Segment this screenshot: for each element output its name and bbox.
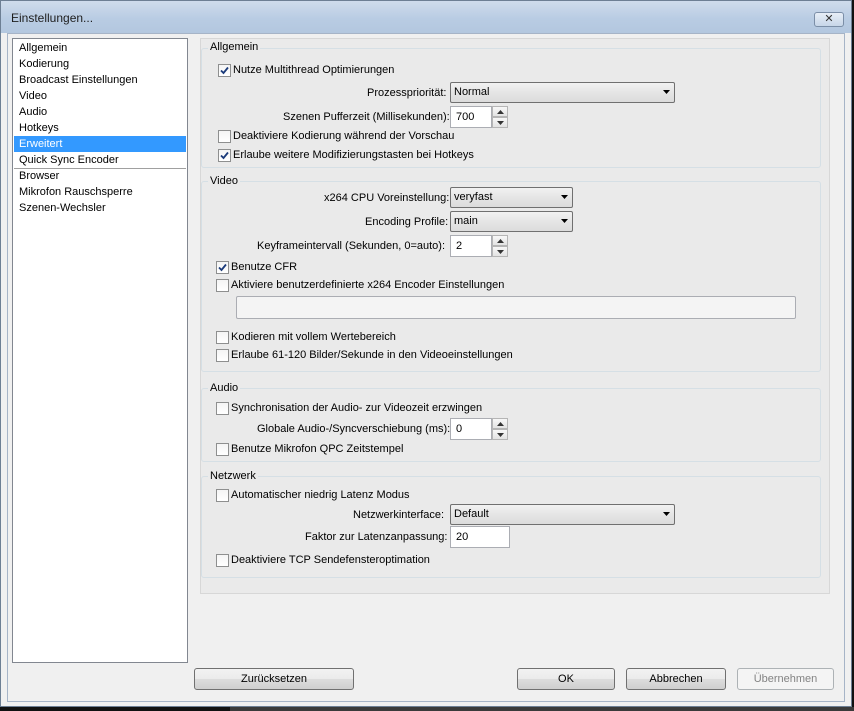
sidebar-item-quicksync[interactable]: Quick Sync Encoder (14, 152, 186, 168)
priority-value: Normal (454, 86, 490, 98)
network-interface-label: Netzwerkinterface: (353, 509, 445, 521)
spin-down-button[interactable] (492, 429, 508, 440)
cfr-checkbox[interactable] (216, 261, 229, 274)
low-latency-label: Automatischer niedrig Latenz Modus (231, 489, 410, 501)
preset-label: x264 CPU Voreinstellung: (324, 192, 450, 204)
audio-sync-label: Synchronisation der Audio- zur Videozeit… (231, 402, 483, 414)
ok-button[interactable]: OK (517, 668, 615, 690)
sidebar-item-hotkeys[interactable]: Hotkeys (14, 120, 186, 136)
high-fps-label: Erlaube 61-120 Bilder/Sekunde in den Vid… (231, 349, 513, 361)
cancel-button[interactable]: Abbrechen (626, 668, 726, 690)
sidebar-item-audio[interactable]: Audio (14, 104, 186, 120)
audio-offset-spinner[interactable] (492, 418, 508, 440)
keyframe-value: 2 (456, 240, 463, 252)
full-range-checkbox[interactable] (216, 331, 229, 344)
custom-x264-checkbox[interactable] (216, 279, 229, 292)
arrow-up-icon (497, 110, 504, 114)
low-latency-checkbox[interactable] (216, 489, 229, 502)
mic-qpc-label: Benutze Mikrofon QPC Zeitstempel (231, 443, 404, 455)
buffer-label: Szenen Pufferzeit (Millisekunden): (283, 111, 450, 123)
settings-category-list[interactable]: Allgemein Kodierung Broadcast Einstellun… (12, 38, 188, 663)
audio-offset-value: 0 (456, 423, 463, 435)
custom-x264-label: Aktiviere benutzerdefinierte x264 Encode… (231, 279, 505, 291)
sidebar-item-mikrofon[interactable]: Mikrofon Rauschsperre (14, 184, 186, 200)
tcp-label: Deaktiviere TCP Sendefensteroptimation (231, 554, 430, 566)
profile-value: main (454, 215, 478, 227)
window-title: Einstellungen... (11, 11, 94, 25)
network-interface-value: Default (454, 508, 489, 520)
audio-offset-label: Globale Audio-/Syncverschiebung (ms): (257, 423, 451, 435)
buffer-spinner[interactable] (492, 106, 508, 128)
latency-factor-value: 20 (456, 531, 469, 543)
high-fps-checkbox[interactable] (216, 349, 229, 362)
close-button[interactable]: ✕ (814, 12, 844, 27)
spin-up-button[interactable] (492, 106, 508, 117)
chevron-down-icon (561, 195, 568, 199)
keyframe-input[interactable]: 2 (450, 235, 492, 257)
priority-select[interactable]: Normal (450, 82, 675, 103)
sidebar-item-szenen[interactable]: Szenen-Wechsler (14, 200, 186, 216)
custom-x264-input[interactable] (236, 296, 796, 319)
spin-down-button[interactable] (492, 117, 508, 128)
group-title-netzwerk: Netzwerk (208, 470, 258, 482)
group-title-audio: Audio (208, 382, 241, 394)
arrow-down-icon (497, 121, 504, 125)
profile-label: Encoding Profile: (365, 216, 449, 228)
check-icon (220, 151, 229, 160)
chevron-down-icon (663, 512, 670, 516)
check-icon (218, 263, 227, 272)
spin-down-button[interactable] (492, 246, 508, 257)
arrow-down-icon (497, 433, 504, 437)
apply-button[interactable]: Übernehmen (737, 668, 834, 690)
cfr-label: Benutze CFR (231, 261, 298, 273)
latency-factor-input[interactable]: 20 (450, 526, 510, 548)
preset-value: veryfast (454, 191, 493, 203)
group-title-video: Video (208, 175, 240, 187)
group-video (201, 181, 821, 372)
modifier-keys-checkbox[interactable] (218, 149, 231, 162)
profile-select[interactable]: main (450, 211, 573, 232)
arrow-up-icon (497, 422, 504, 426)
spin-up-button[interactable] (492, 235, 508, 246)
arrow-down-icon (497, 250, 504, 254)
chevron-down-icon (663, 90, 670, 94)
sidebar-item-video[interactable]: Video (14, 88, 186, 104)
audio-offset-input[interactable]: 0 (450, 418, 492, 440)
group-title-allgemein: Allgemein (208, 41, 261, 53)
keyframe-label: Keyframeintervall (Sekunden, 0=auto): (257, 240, 446, 252)
background-strip (230, 707, 854, 711)
spin-up-button[interactable] (492, 418, 508, 429)
multithread-label: Nutze Multithread Optimierungen (233, 64, 395, 76)
sidebar-item-erweitert[interactable]: Erweitert (14, 136, 186, 152)
reset-button[interactable]: Zurücksetzen (194, 668, 354, 690)
network-interface-select[interactable]: Default (450, 504, 675, 525)
sidebar-item-kodierung[interactable]: Kodierung (14, 56, 186, 72)
disable-preview-checkbox[interactable] (218, 130, 231, 143)
arrow-up-icon (497, 239, 504, 243)
priority-label: Prozesspriorität: (367, 87, 447, 99)
buffer-input[interactable]: 700 (450, 106, 492, 128)
multithread-checkbox[interactable] (218, 64, 231, 77)
mic-qpc-checkbox[interactable] (216, 443, 229, 456)
keyframe-spinner[interactable] (492, 235, 508, 257)
sidebar-item-allgemein[interactable]: Allgemein (14, 40, 186, 56)
tcp-checkbox[interactable] (216, 554, 229, 567)
modifier-keys-label: Erlaube weitere Modifizierungstasten bei… (233, 149, 474, 161)
sidebar-item-broadcast[interactable]: Broadcast Einstellungen (14, 72, 186, 88)
full-range-label: Kodieren mit vollem Wertebereich (231, 331, 396, 343)
latency-factor-label: Faktor zur Latenzanpassung: (305, 531, 448, 543)
check-icon (220, 66, 229, 75)
title-bar: Einstellungen... ✕ (1, 1, 851, 33)
close-icon: ✕ (824, 13, 834, 25)
disable-preview-label: Deaktiviere Kodierung während der Vorsch… (233, 130, 455, 142)
audio-sync-checkbox[interactable] (216, 402, 229, 415)
preset-select[interactable]: veryfast (450, 187, 573, 208)
chevron-down-icon (561, 219, 568, 223)
buffer-value: 700 (456, 111, 475, 123)
sidebar-item-browser[interactable]: Browser (14, 168, 186, 184)
